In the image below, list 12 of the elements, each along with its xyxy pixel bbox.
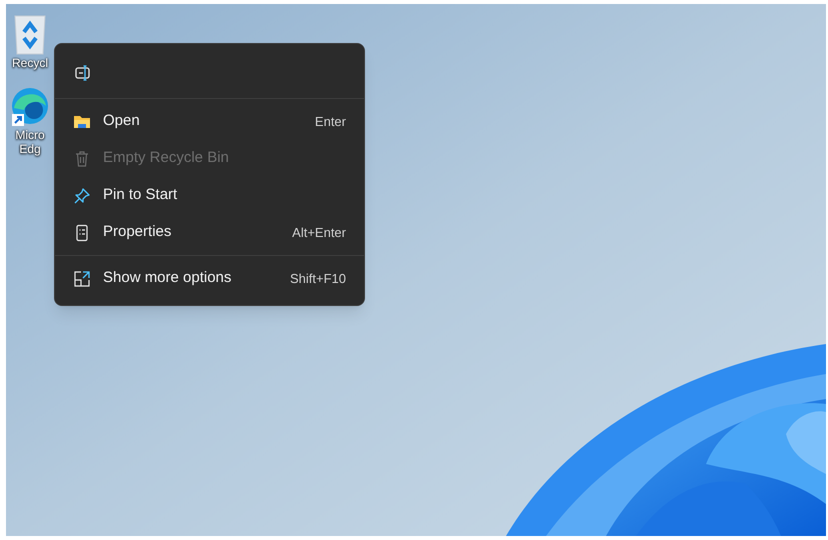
shortcut-label: Shift+F10 — [290, 270, 346, 288]
shortcut-label: Enter — [314, 112, 346, 131]
menu-item[interactable]: Show more options Shift+F10 — [55, 260, 364, 297]
menu-item[interactable]: Open Enter — [55, 103, 364, 140]
rename-icon — [74, 64, 92, 82]
trash-icon — [73, 150, 91, 168]
pin-icon — [73, 186, 91, 204]
expand-icon — [73, 270, 91, 288]
menu-item[interactable]: Properties Alt+Enter — [55, 214, 364, 251]
shortcut-label: Alt+Enter — [292, 224, 346, 242]
recycle-bin-icon — [12, 14, 48, 56]
menu-item[interactable]: Pin to Start — [55, 177, 364, 214]
